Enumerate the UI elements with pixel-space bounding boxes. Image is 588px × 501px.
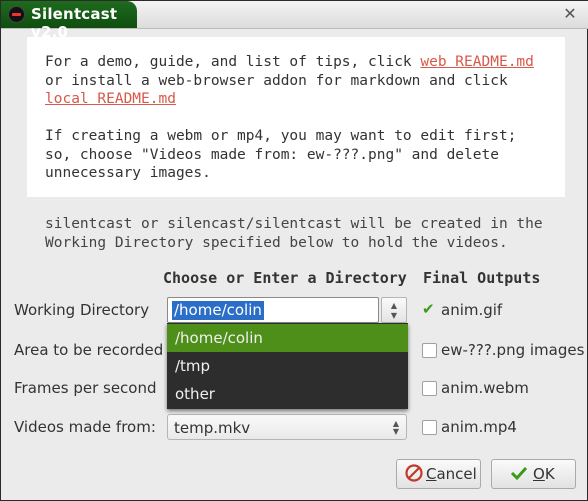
app-icon[interactable]: [8, 6, 25, 23]
working-directory-dropdown-button[interactable]: ▲ ▼: [381, 297, 407, 323]
mp4-label[interactable]: anim.mp4: [441, 418, 517, 436]
working-directory-label: Working Directory: [14, 301, 150, 319]
check-icon: [510, 466, 528, 481]
readme-text: For a demo, guide, and list of tips, cli…: [45, 53, 534, 183]
area-label: Area to be recorded: [14, 341, 164, 359]
mp4-checkbox[interactable]: [422, 420, 437, 435]
dropdown-option[interactable]: other: [167, 380, 408, 408]
working-directory-dropdown: /home/colin /tmp other: [167, 323, 408, 409]
readme-line1: For a demo, guide, and list of tips, cli…: [45, 54, 421, 70]
videos-from-value: temp.mkv: [174, 419, 251, 437]
ok-label: OK: [533, 465, 555, 483]
close-icon[interactable]: ✕: [561, 5, 579, 23]
readme-line4: If creating a webm or mp4, you may want …: [45, 128, 517, 144]
checkmark-icon: ✔: [422, 300, 435, 318]
window-title: Silentcast v2.0: [31, 5, 118, 41]
videos-from-label: Videos made from:: [14, 418, 156, 436]
info-text: silentcast or silencast/silentcast will …: [45, 215, 543, 252]
ok-button[interactable]: OK: [491, 459, 576, 489]
working-directory-input[interactable]: /home/colin: [167, 297, 379, 323]
webm-checkbox[interactable]: [422, 381, 437, 396]
cancel-button[interactable]: Cancel: [396, 459, 481, 489]
readme-line2: or install a web-browser addon for markd…: [45, 72, 508, 89]
png-label[interactable]: ew-???.png images: [441, 341, 584, 359]
gif-label[interactable]: anim.gif: [441, 301, 502, 319]
readme-line6: unnecessary images.: [45, 165, 211, 181]
cancel-icon: [405, 464, 423, 482]
readme-line5: so, choose "Videos made from: ew-???.png…: [45, 146, 499, 163]
working-directory-value[interactable]: /home/colin: [172, 301, 264, 320]
app-window: Silentcast v2.0 ✕ For a demo, guide, and…: [0, 0, 588, 501]
png-checkbox[interactable]: [422, 343, 437, 358]
webm-label[interactable]: anim.webm: [441, 379, 529, 397]
cancel-label: Cancel: [426, 465, 477, 483]
directory-header: Choose or Enter a Directory: [163, 269, 407, 287]
videos-from-select[interactable]: temp.mkv ▲ ▼: [167, 414, 407, 440]
info-line1: silentcast or silencast/silentcast will …: [45, 216, 543, 232]
title-tab: Silentcast v2.0: [1, 1, 137, 41]
updown-icon: ▲ ▼: [392, 419, 399, 436]
local-readme-link[interactable]: local README.md: [45, 91, 176, 107]
readme-panel: For a demo, guide, and list of tips, cli…: [27, 37, 565, 197]
outputs-header: Final Outputs: [423, 269, 541, 287]
web-readme-link[interactable]: web README.md: [420, 54, 534, 70]
chevron-down-icon: ▼: [390, 311, 398, 320]
fps-label: Frames per second: [14, 379, 157, 397]
dropdown-option[interactable]: /home/colin: [167, 324, 408, 352]
dropdown-option[interactable]: /tmp: [167, 352, 408, 380]
titlebar[interactable]: Silentcast v2.0 ✕: [1, 1, 588, 41]
chevron-up-icon: ▲: [390, 301, 398, 310]
gif-checkbox[interactable]: ✔: [422, 300, 435, 318]
info-line2: Working Directory specified below to hol…: [45, 234, 508, 251]
